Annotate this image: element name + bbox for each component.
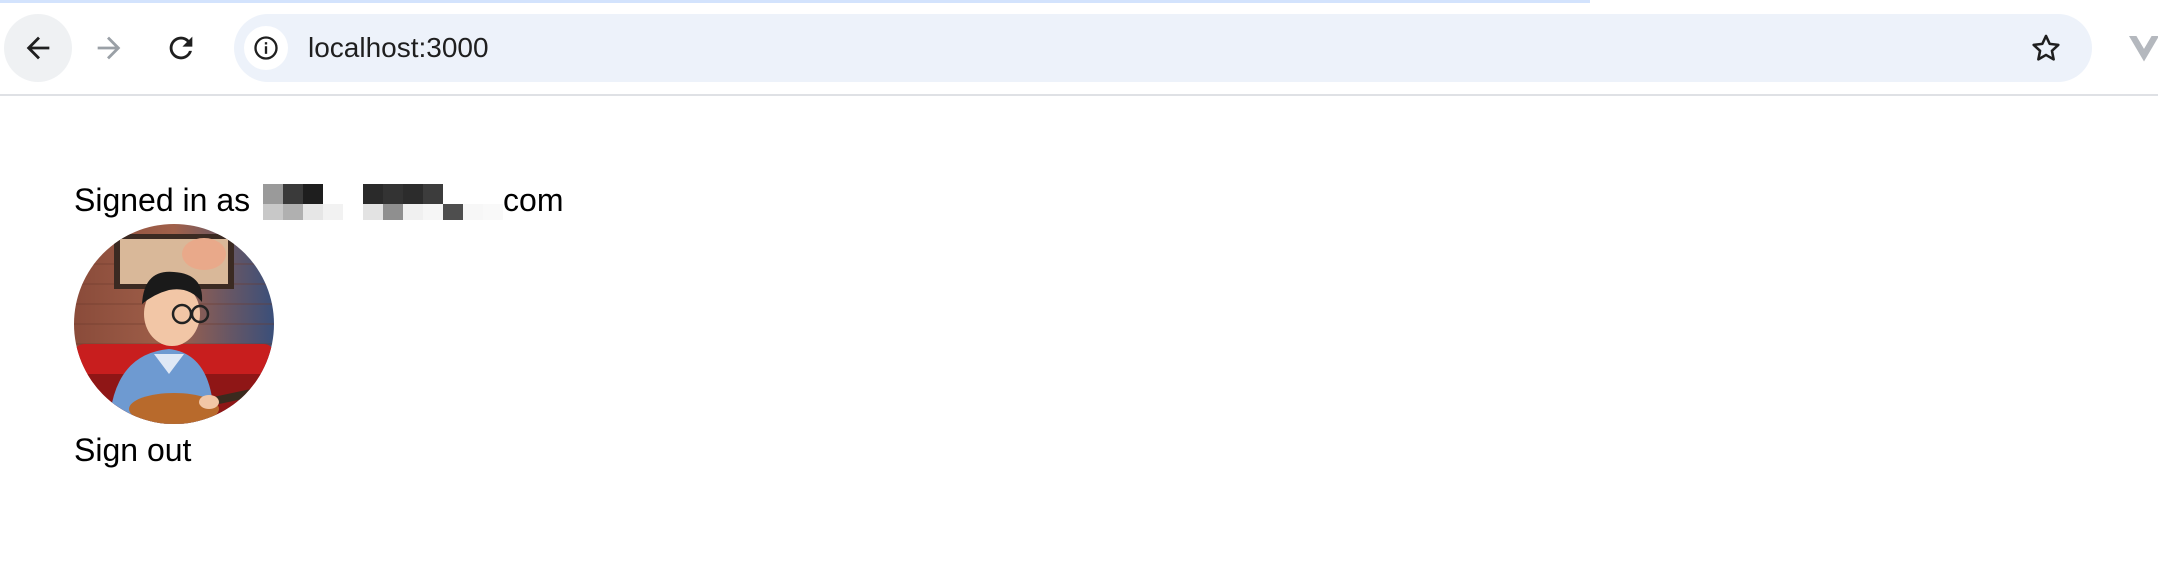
forward-button[interactable] [75,14,143,82]
url-text[interactable]: localhost:3000 [308,14,489,82]
address-bar[interactable]: localhost:3000 [234,14,2092,82]
back-button[interactable] [4,14,72,82]
star-icon [2032,34,2060,61]
sign-out-button[interactable]: Sign out [74,428,191,472]
browser-toolbar: localhost:3000 [0,0,2158,96]
site-info-button[interactable] [244,26,288,70]
signed-in-prefix: Signed in as [74,182,260,218]
arrow-left-icon [26,36,50,60]
page-content: Signed in as com Sign out [74,178,563,472]
vuejs-devtools-icon[interactable] [2126,30,2158,66]
email-suffix: com [503,182,564,218]
redacted-email [263,180,504,220]
user-avatar [74,224,274,424]
arrow-right-icon [97,36,121,60]
signed-in-status: Signed in as com [74,178,563,222]
info-icon [254,36,278,60]
tab-strip-edge [0,0,1590,3]
reload-icon [169,36,193,60]
reload-button[interactable] [147,14,215,82]
bookmark-button[interactable] [2028,30,2064,66]
